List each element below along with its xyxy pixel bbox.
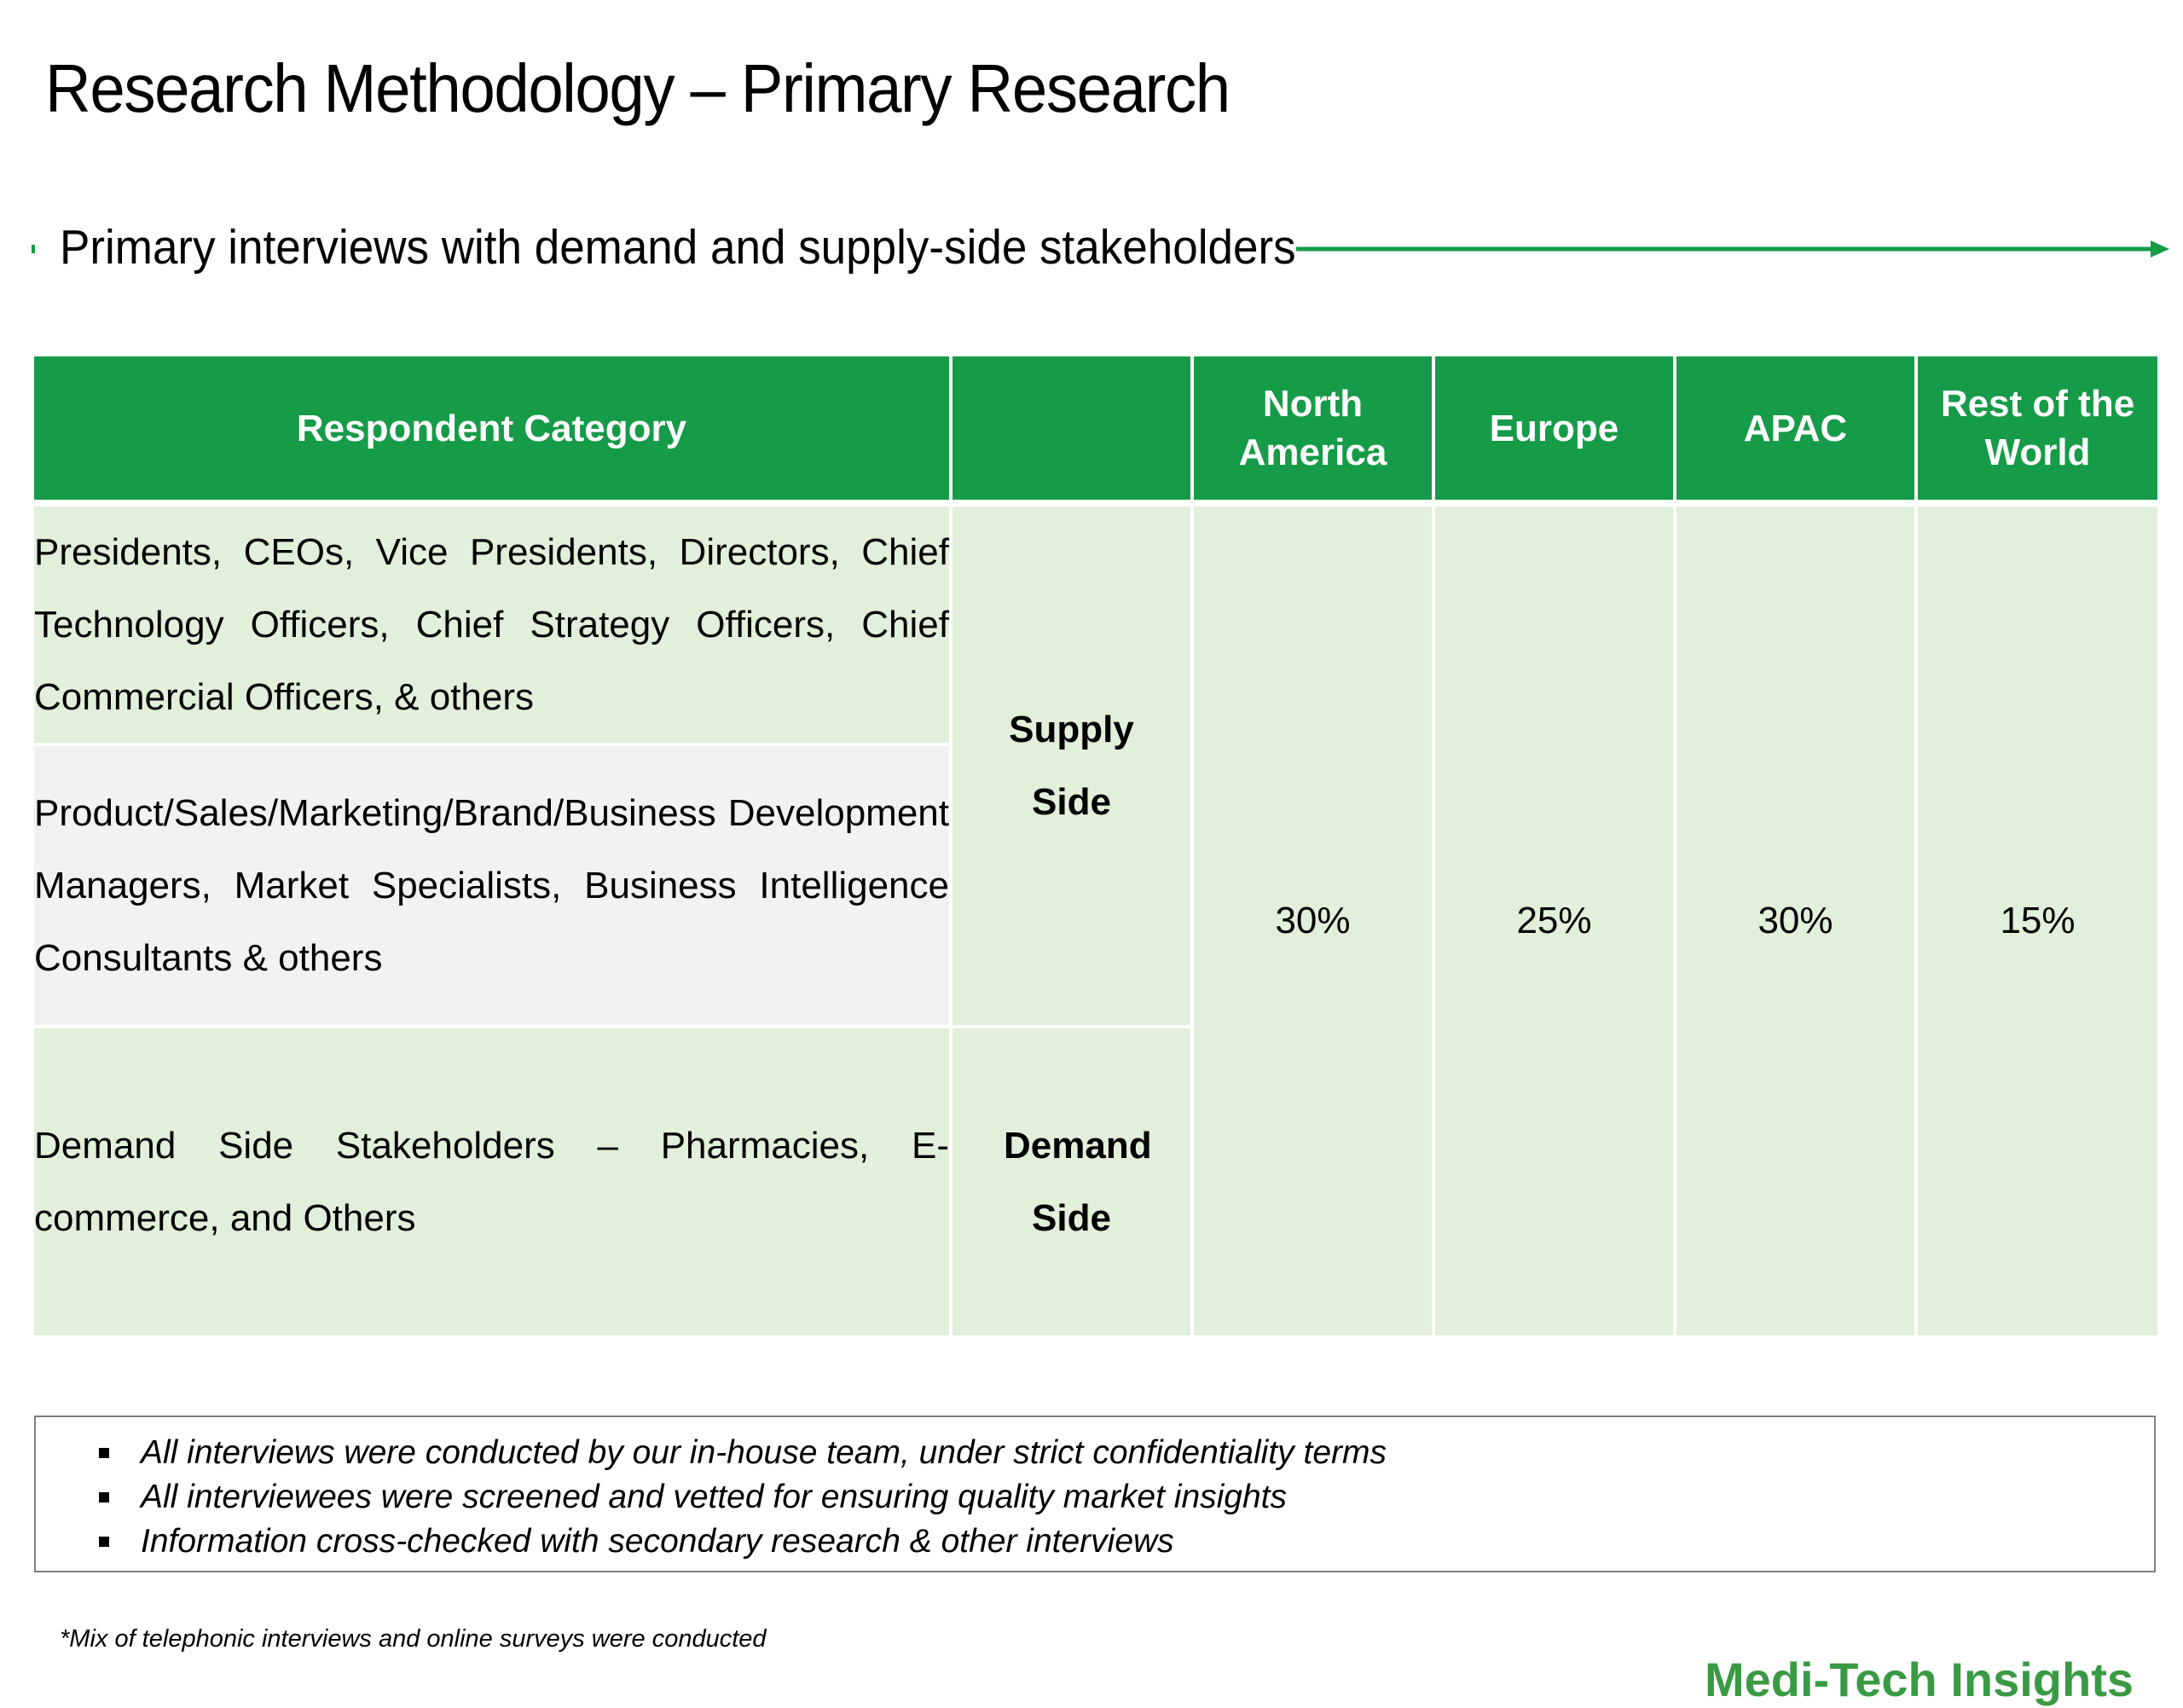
header-rest-of-world: Rest of the World <box>1918 356 2157 507</box>
respondent-managers: Product/Sales/Marketing/Brand/Business D… <box>34 746 953 1029</box>
bullet-marker <box>32 245 35 253</box>
footnote: *Mix of telephonic interviews and online… <box>60 1625 767 1653</box>
respondent-executives: Presidents, CEOs, Vice Presidents, Direc… <box>34 507 953 747</box>
header-apac: APAC <box>1676 356 1918 507</box>
share-europe: 25% <box>1435 507 1676 1339</box>
company-logo: Medi-Tech Insights <box>1705 1653 2134 1706</box>
square-bullet-icon <box>99 1492 109 1502</box>
header-side <box>953 356 1194 507</box>
notes-box: All interviews were conducted by our in-… <box>34 1416 2156 1572</box>
note-item: Information cross-checked with secondary… <box>61 1520 2154 1564</box>
square-bullet-icon <box>99 1537 109 1547</box>
note-item: All interviews were conducted by our in-… <box>61 1431 2154 1475</box>
page-title: Research Methodology – Primary Research <box>45 50 1230 126</box>
header-north-america: North America <box>1194 356 1435 507</box>
share-rest-of-world: 15% <box>1918 507 2157 1339</box>
respondent-table: Respondent Category North America Europe… <box>34 356 2157 1339</box>
square-bullet-icon <box>99 1448 109 1458</box>
note-item: All interviewees were screened and vette… <box>61 1475 2154 1520</box>
share-apac: 30% <box>1676 507 1918 1339</box>
header-europe: Europe <box>1435 356 1676 507</box>
supply-side-label: Supply Side <box>953 507 1194 1029</box>
header-respondent-category: Respondent Category <box>34 356 953 507</box>
arrow-right-icon <box>1296 240 2169 258</box>
subtitle: Primary interviews with demand and suppl… <box>60 220 1296 275</box>
respondent-demand-side: Demand Side Stakeholders – Pharmacies, E… <box>34 1028 953 1339</box>
share-north-america: 30% <box>1194 507 1435 1339</box>
demand-side-label: Demand Side <box>953 1028 1194 1339</box>
